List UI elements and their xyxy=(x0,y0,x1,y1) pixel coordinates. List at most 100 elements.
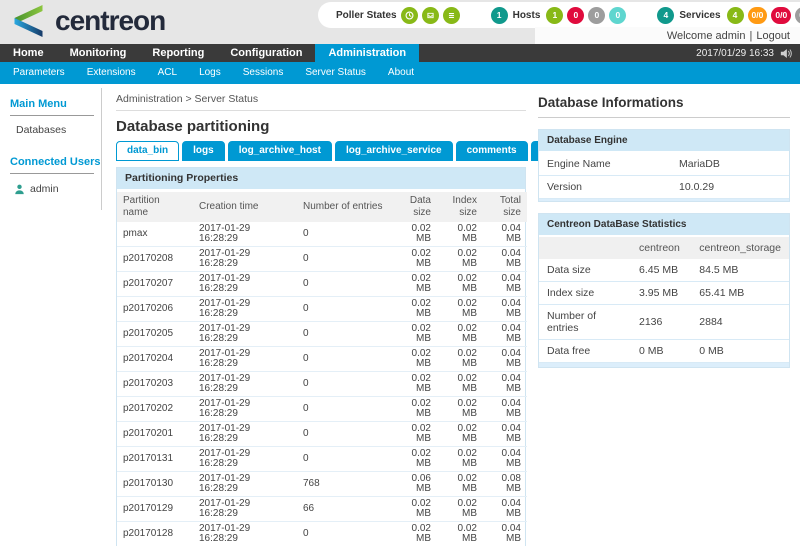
services-status-group: 4Services40/00/00/00 xyxy=(653,7,800,24)
connected-users-list: admin xyxy=(10,180,102,195)
table-cell: 0.02 MB xyxy=(437,247,483,272)
table-cell: 0.04 MB xyxy=(483,422,527,447)
welcome-text: Welcome admin xyxy=(667,30,746,42)
poller-states-label: Poller States xyxy=(336,10,397,21)
engine-label: Engine Name xyxy=(539,153,671,176)
table-cell: 0.04 MB xyxy=(483,347,527,372)
table-cell: 0.04 MB xyxy=(483,497,527,522)
table-cell: p20170203 xyxy=(117,372,193,397)
services-ok-badge[interactable]: 4 xyxy=(727,7,744,24)
hosts-status-group: 1Hosts1000 xyxy=(487,7,627,24)
table-row: p201701292017-01-29 16:28:29660.02 MB0.0… xyxy=(117,497,527,522)
poller-clock-icon[interactable] xyxy=(401,7,418,24)
sub-navbar: ParametersExtensionsACLLogsSessionsServe… xyxy=(0,62,800,84)
stats-cell: Data size xyxy=(539,259,631,282)
panel-footer xyxy=(539,199,789,201)
subnav-item-extensions[interactable]: Extensions xyxy=(76,62,147,84)
stats-cell: 2136 xyxy=(631,305,691,340)
table-cell: p20170128 xyxy=(117,522,193,546)
nav-item-home[interactable]: Home xyxy=(0,44,57,62)
hosts-label: Hosts xyxy=(513,10,541,21)
column-header-number-of-entries: Number of entries xyxy=(297,192,389,222)
statistics-table: centreoncentreon_storageData size6.45 MB… xyxy=(539,237,789,363)
stats-cell: 3.95 MB xyxy=(631,282,691,305)
hosts-up-badge[interactable]: 1 xyxy=(546,7,563,24)
table-cell: 0 xyxy=(297,247,389,272)
table-cell: 2017-01-29 16:28:29 xyxy=(193,372,297,397)
table-cell: 2017-01-29 16:28:29 xyxy=(193,297,297,322)
table-row: p201702012017-01-29 16:28:2900.02 MB0.02… xyxy=(117,422,527,447)
stats-header-row: centreoncentreon_storage xyxy=(539,237,789,259)
app-header: centreon Poller States 1Hosts1000 4Servi… xyxy=(0,0,800,44)
table-cell: 2017-01-29 16:28:29 xyxy=(193,322,297,347)
services-total-badge[interactable]: 4 xyxy=(657,7,674,24)
tab-comments[interactable]: comments xyxy=(456,141,528,161)
navbar-right: 2017/01/29 16:33 xyxy=(696,44,800,62)
main-menu-title: Main Menu xyxy=(10,98,102,110)
centreon-logo[interactable]: centreon xyxy=(10,3,165,39)
content-area: Main Menu Databases Connected Users admi… xyxy=(0,84,800,546)
table-cell: 0.04 MB xyxy=(483,372,527,397)
services-label: Services xyxy=(679,10,720,21)
tab-log_archive_host[interactable]: log_archive_host xyxy=(228,141,332,161)
session-separator: | xyxy=(749,30,752,42)
table-cell: 0 xyxy=(297,522,389,546)
datetime-display: 2017/01/29 16:33 xyxy=(696,48,774,59)
table-cell: 0 xyxy=(297,447,389,472)
table-cell: 0.02 MB xyxy=(389,247,437,272)
sound-toggle-icon[interactable] xyxy=(780,48,792,59)
hosts-pending-badge[interactable]: 0 xyxy=(609,7,626,24)
services-warning-badge[interactable]: 0/0 xyxy=(748,7,768,24)
table-row: p201702022017-01-29 16:28:2900.02 MB0.02… xyxy=(117,397,527,422)
subnav-item-logs[interactable]: Logs xyxy=(188,62,232,84)
table-cell: 0 xyxy=(297,222,389,247)
stats-cell: 84.5 MB xyxy=(691,259,789,282)
tab-log_archive_service[interactable]: log_archive_service xyxy=(335,141,453,161)
services-critical-badge[interactable]: 0/0 xyxy=(771,7,791,24)
stats-cell: 65.41 MB xyxy=(691,282,789,305)
table-cell: 0.02 MB xyxy=(389,372,437,397)
stats-column-header xyxy=(539,237,631,259)
hosts-total-badge[interactable]: 1 xyxy=(491,7,508,24)
table-cell: 0.04 MB xyxy=(483,522,527,546)
subnav-item-sessions[interactable]: Sessions xyxy=(232,62,295,84)
table-row: p201702052017-01-29 16:28:2900.02 MB0.02… xyxy=(117,322,527,347)
table-cell: 0.02 MB xyxy=(389,272,437,297)
subnav-item-server-status[interactable]: Server Status xyxy=(294,62,377,84)
engine-label: Version xyxy=(539,176,671,199)
stats-row: Data free0 MB0 MB xyxy=(539,340,789,363)
table-cell: 0.02 MB xyxy=(389,422,437,447)
hosts-down-badge[interactable]: 0 xyxy=(567,7,584,24)
logout-link[interactable]: Logout xyxy=(756,30,790,42)
table-cell: 0.02 MB xyxy=(437,397,483,422)
sidebar-divider xyxy=(10,173,94,174)
table-cell: 0.02 MB xyxy=(437,447,483,472)
poller-inbox-icon[interactable] xyxy=(422,7,439,24)
table-cell: 0 xyxy=(297,297,389,322)
services-unknown-badge[interactable]: 0/0 xyxy=(795,7,800,24)
stats-cell: Number of entries xyxy=(539,305,631,340)
table-cell: p20170201 xyxy=(117,422,193,447)
tab-data_bin[interactable]: data_bin xyxy=(116,141,179,161)
main-navbar: HomeMonitoringReportingConfigurationAdmi… xyxy=(0,44,800,62)
database-engine-panel: Database Engine Engine NameMariaDBVersio… xyxy=(538,129,790,202)
poller-activity-icon[interactable] xyxy=(443,7,460,24)
nav-item-configuration[interactable]: Configuration xyxy=(217,44,315,62)
table-cell: 2017-01-29 16:28:29 xyxy=(193,347,297,372)
tab-logs[interactable]: logs xyxy=(182,141,225,161)
nav-item-reporting[interactable]: Reporting xyxy=(139,44,217,62)
table-row: p201701302017-01-29 16:28:297680.06 MB0.… xyxy=(117,472,527,497)
subnav-item-about[interactable]: About xyxy=(377,62,425,84)
column-header-index-size: Index size xyxy=(437,192,483,222)
logo-wordmark: centreon xyxy=(55,5,165,37)
sidebar-item-databases[interactable]: Databases xyxy=(10,122,102,150)
table-cell: 0.02 MB xyxy=(437,272,483,297)
subnav-item-parameters[interactable]: Parameters xyxy=(2,62,76,84)
subnav-item-acl[interactable]: ACL xyxy=(147,62,188,84)
column-header-creation-time: Creation time xyxy=(193,192,297,222)
hosts-unreachable-badge[interactable]: 0 xyxy=(588,7,605,24)
nav-item-administration[interactable]: Administration xyxy=(315,44,419,62)
table-row: p201702042017-01-29 16:28:2900.02 MB0.02… xyxy=(117,347,527,372)
table-cell: 2017-01-29 16:28:29 xyxy=(193,272,297,297)
nav-item-monitoring[interactable]: Monitoring xyxy=(57,44,140,62)
